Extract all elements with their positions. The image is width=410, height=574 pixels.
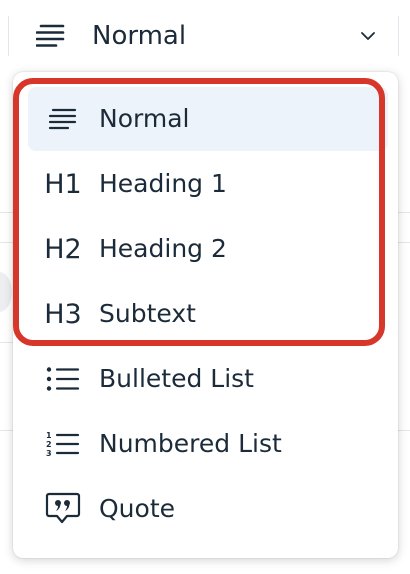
menu-item-label: Subtext [99, 299, 196, 328]
heading-2-icon: H2 [38, 217, 88, 281]
menu-item-heading-2[interactable]: H2 Heading 2 [28, 217, 388, 281]
block-type-value: Normal [92, 21, 187, 51]
menu-item-label: Bulleted List [99, 364, 254, 393]
menu-item-label: Numbered List [99, 429, 282, 458]
menu-item-heading-1[interactable]: H1 Heading 1 [28, 152, 388, 216]
svg-text:2: 2 [46, 440, 52, 449]
menu-item-quote[interactable]: Quote [28, 477, 388, 541]
menu-item-label: Normal [99, 104, 190, 133]
editor-row-divider [0, 342, 13, 343]
menu-item-bulleted-list[interactable]: Bulleted List [28, 347, 388, 411]
block-type-menu: Normal H1 Heading 1 H2 Heading 2 H3 Subt… [13, 72, 398, 558]
heading-2-icon-text: H2 [44, 233, 82, 265]
editor-row-divider [0, 430, 13, 431]
drag-handle[interactable] [0, 272, 12, 312]
quote-icon [38, 477, 88, 541]
chevron-down-icon [361, 32, 375, 40]
menu-item-numbered-list[interactable]: 1 2 3 Numbered List [28, 412, 388, 476]
heading-1-icon-text: H1 [44, 168, 82, 200]
svg-text:1: 1 [46, 431, 52, 440]
editor-page: Normal Normal H1 Heading 1 H2 Heading 2 … [0, 0, 410, 574]
heading-3-icon: H3 [38, 282, 88, 346]
bulleted-list-icon [38, 347, 88, 411]
block-type-toolbar: Normal [0, 0, 410, 70]
editor-row-divider [0, 212, 13, 213]
menu-item-subtext[interactable]: H3 Subtext [28, 282, 388, 346]
toolbar-separator [8, 16, 9, 56]
numbered-list-icon: 1 2 3 [38, 412, 88, 476]
menu-item-normal[interactable]: Normal [28, 87, 388, 151]
menu-item-label: Heading 2 [99, 234, 227, 263]
menu-item-label: Quote [99, 494, 176, 523]
heading-3-icon-text: H3 [44, 298, 82, 330]
editor-row-divider [0, 242, 13, 243]
heading-1-icon: H1 [38, 152, 88, 216]
menu-item-label: Heading 1 [99, 169, 227, 198]
paragraph-lines-icon [38, 87, 88, 151]
block-type-select[interactable]: Normal [10, 8, 396, 64]
paragraph-lines-icon [36, 24, 65, 47]
svg-text:3: 3 [46, 449, 52, 458]
toolbar-separator [398, 16, 399, 56]
